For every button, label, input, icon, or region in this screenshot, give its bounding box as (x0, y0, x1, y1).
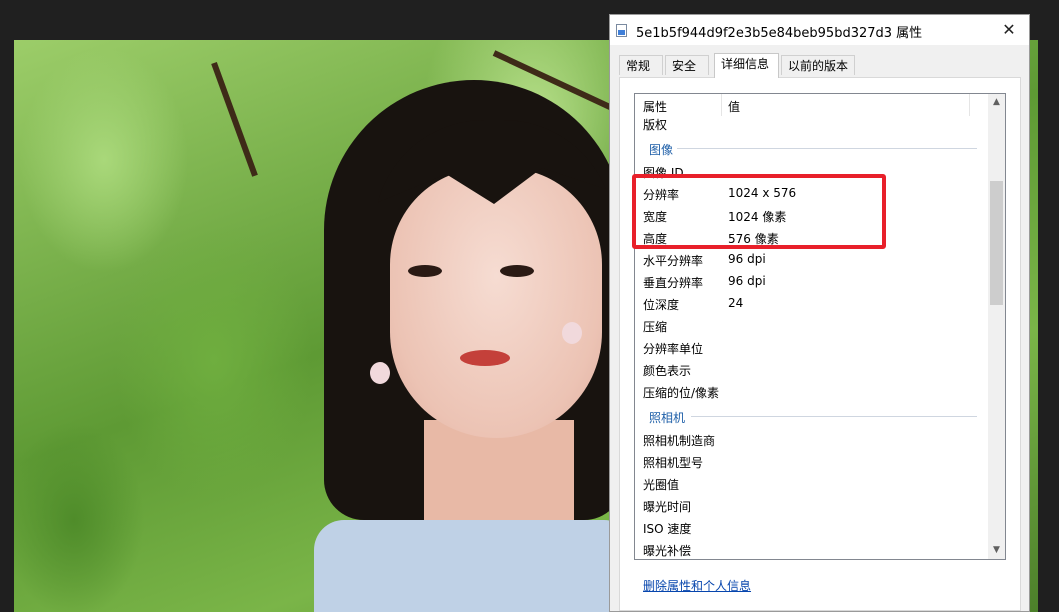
list-item[interactable]: 分辨率单位 (635, 336, 987, 358)
tab-general[interactable]: 常规 (619, 55, 663, 75)
photo-earring (562, 322, 582, 344)
property-name: 照相机制造商 (643, 434, 716, 448)
property-name: 压缩 (643, 320, 668, 334)
property-value: 1024 x 576 (728, 186, 797, 200)
list-item[interactable]: 曝光补偿 (635, 538, 987, 559)
property-name: 图像 ID (643, 166, 684, 180)
list-item[interactable]: 版权 (635, 112, 987, 134)
photo-lips (460, 350, 510, 366)
list-item[interactable]: 位深度 24 (635, 292, 987, 314)
property-value: 96 dpi (728, 252, 766, 266)
tab-previous-versions[interactable]: 以前的版本 (781, 55, 855, 75)
list-item[interactable]: 图像 ID (635, 160, 987, 182)
list-item[interactable]: ISO 速度 (635, 516, 987, 538)
section-camera: 照相机 (635, 405, 987, 427)
close-button[interactable]: ✕ (989, 15, 1029, 45)
section-divider (677, 148, 977, 149)
property-name: 颜色表示 (643, 364, 692, 378)
property-name: 分辨率单位 (643, 342, 704, 356)
list-item[interactable]: 曝光时间 (635, 494, 987, 516)
list-item[interactable]: 光圈值 (635, 472, 987, 494)
tab-security[interactable]: 安全 (665, 55, 709, 75)
property-list[interactable]: 属性 值 版权 图像 图像 ID 分辨率 1024 x 576 宽度 1024 … (634, 93, 1006, 560)
photo-face (390, 168, 602, 438)
property-name: 照相机型号 (643, 456, 704, 470)
property-value: 1024 像素 (728, 210, 787, 224)
title-bar[interactable]: 5e1b5f944d9f2e3b5e84beb95bd327d3 属性 ✕ (610, 15, 1029, 45)
scroll-down-icon[interactable]: ▼ (988, 542, 1005, 559)
photo-eye (500, 265, 534, 277)
property-value: 576 像素 (728, 232, 779, 246)
list-item[interactable]: 照相机型号 (635, 450, 987, 472)
list-item[interactable]: 水平分辨率 96 dpi (635, 248, 987, 270)
vertical-scrollbar[interactable]: ▲ ▼ (988, 94, 1005, 559)
remove-properties-link[interactable]: 删除属性和个人信息 (643, 577, 751, 594)
property-name: 宽度 (643, 210, 668, 224)
section-divider (691, 416, 977, 417)
property-name: 水平分辨率 (643, 254, 704, 268)
section-label: 照相机 (649, 411, 686, 425)
photo-earring (370, 362, 390, 384)
scroll-up-icon[interactable]: ▲ (988, 94, 1005, 111)
list-item[interactable]: 压缩 (635, 314, 987, 336)
property-name: 曝光时间 (643, 500, 692, 514)
list-item[interactable]: 分辨率 1024 x 576 (635, 182, 987, 204)
property-name: 分辨率 (643, 188, 680, 202)
property-value: 24 (728, 296, 744, 310)
property-name: 光圈值 (643, 478, 680, 492)
list-item[interactable]: 高度 576 像素 (635, 226, 987, 248)
property-value: 96 dpi (728, 274, 766, 288)
property-name: ISO 速度 (643, 522, 692, 536)
section-label: 图像 (649, 143, 674, 157)
property-name: 版权 (643, 118, 668, 132)
list-item[interactable]: 垂直分辨率 96 dpi (635, 270, 987, 292)
list-item[interactable]: 颜色表示 (635, 358, 987, 380)
tab-details[interactable]: 详细信息 (714, 53, 779, 78)
properties-dialog: 5e1b5f944d9f2e3b5e84beb95bd327d3 属性 ✕ 常规… (609, 14, 1030, 612)
details-panel: 属性 值 版权 图像 图像 ID 分辨率 1024 x 576 宽度 1024 … (619, 77, 1021, 611)
list-item[interactable]: 压缩的位/像素 (635, 380, 987, 402)
photo-dress (314, 520, 634, 612)
property-name: 压缩的位/像素 (643, 386, 720, 400)
list-item[interactable]: 宽度 1024 像素 (635, 204, 987, 226)
file-icon (616, 24, 627, 37)
window-title: 5e1b5f944d9f2e3b5e84beb95bd327d3 属性 (636, 26, 923, 41)
list-item[interactable]: 照相机制造商 (635, 428, 987, 450)
scroll-thumb[interactable] (990, 181, 1003, 305)
section-image: 图像 (635, 137, 987, 159)
property-name: 曝光补偿 (643, 544, 692, 558)
property-name: 位深度 (643, 298, 680, 312)
property-name: 高度 (643, 232, 668, 246)
branch (211, 61, 258, 177)
property-name: 垂直分辨率 (643, 276, 704, 290)
photo-eye (408, 265, 442, 277)
